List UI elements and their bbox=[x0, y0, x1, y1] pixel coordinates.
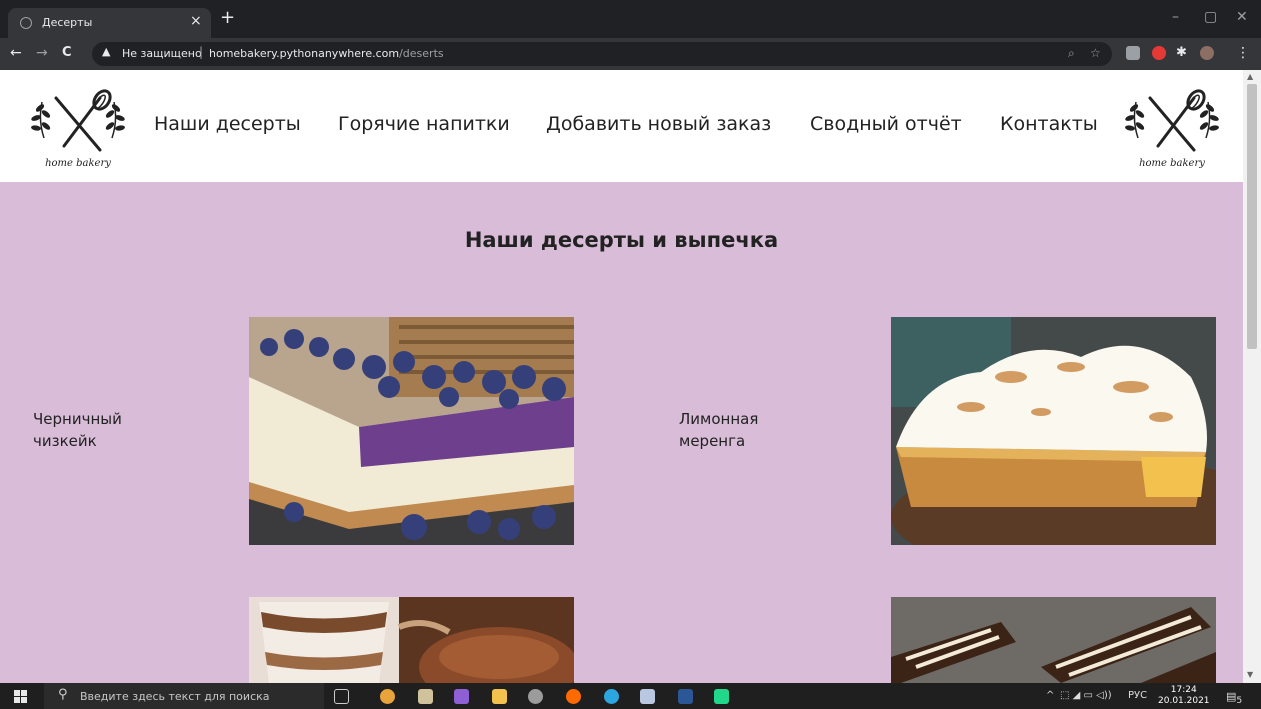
close-window-button[interactable]: ✕ bbox=[1236, 9, 1248, 25]
tab-strip: Десерты × + – ▢ ✕ bbox=[0, 0, 1261, 38]
paint-icon[interactable] bbox=[640, 689, 655, 704]
url-path: /deserts bbox=[399, 47, 444, 60]
puzzle-extensions-icon[interactable]: ✱ bbox=[1176, 45, 1187, 60]
search-icon: ⚲ bbox=[58, 687, 68, 702]
page-body: home bakery Наши десерты Горячие напитки… bbox=[0, 70, 1243, 683]
warning-icon[interactable]: ▲ bbox=[102, 45, 110, 58]
url-host: homebakery.pythonanywhere.com bbox=[209, 47, 400, 60]
page-title: Наши десерты и выпечка bbox=[464, 228, 779, 252]
eclairs-image[interactable] bbox=[891, 597, 1216, 683]
dessert-name-lemon-meringue: Лимонная меренга bbox=[679, 410, 759, 450]
bookmark-star-icon[interactable]: ☆ bbox=[1090, 46, 1101, 60]
logo-text: home bakery bbox=[45, 158, 111, 169]
windows-taskbar: ⚲ Введите здесь текст для поиска ^ ⬚ ◢ ▭… bbox=[0, 683, 1261, 709]
back-button[interactable]: ← bbox=[10, 45, 22, 61]
language-indicator[interactable]: РУС bbox=[1128, 690, 1147, 701]
nav-contacts[interactable]: Контакты bbox=[1000, 113, 1098, 135]
adblock-extension-icon[interactable] bbox=[1152, 46, 1166, 60]
rolling-pin-whisk-icon: home bakery bbox=[1125, 89, 1219, 169]
nav-new-order[interactable]: Добавить новый заказ bbox=[546, 113, 771, 135]
new-tab-button[interactable]: + bbox=[220, 7, 235, 28]
firefox-icon[interactable] bbox=[566, 689, 581, 704]
feather-app-icon[interactable] bbox=[528, 689, 543, 704]
taskbar-search-input[interactable]: ⚲ Введите здесь текст для поиска bbox=[44, 683, 324, 709]
address-bar-row: ← → C ▲ Не защищено | homebakery.pythona… bbox=[0, 38, 1261, 70]
rolling-pin-whisk-icon: home bakery bbox=[31, 89, 125, 169]
shield-extension-icon[interactable] bbox=[1126, 46, 1140, 60]
notification-center-icon[interactable]: ▤5 bbox=[1226, 690, 1242, 706]
film-studio-icon[interactable] bbox=[418, 689, 433, 704]
insecure-label[interactable]: Не защищено bbox=[122, 47, 202, 60]
search-placeholder: Введите здесь текст для поиска bbox=[80, 690, 270, 703]
tab-deserts[interactable]: Десерты × bbox=[8, 8, 211, 38]
tab-title: Десерты bbox=[42, 16, 93, 29]
chrome-icon[interactable] bbox=[380, 689, 395, 704]
site-header: home bakery Наши десерты Горячие напитки… bbox=[0, 70, 1243, 182]
scroll-thumb[interactable] bbox=[1247, 84, 1257, 349]
task-view-icon[interactable] bbox=[334, 689, 349, 704]
logo-right[interactable]: home bakery bbox=[1116, 80, 1228, 174]
scroll-down-arrow[interactable]: ▼ bbox=[1247, 670, 1253, 679]
clock-time: 17:24 bbox=[1170, 685, 1197, 695]
zoom-icon[interactable]: ⌕ bbox=[1068, 46, 1075, 61]
nav-summary-report[interactable]: Сводный отчёт bbox=[810, 113, 962, 135]
nav-desserts[interactable]: Наши десерты bbox=[154, 113, 301, 135]
nav-hot-drinks[interactable]: Горячие напитки bbox=[338, 113, 510, 135]
logo-left[interactable]: home bakery bbox=[22, 80, 134, 174]
telegram-icon[interactable] bbox=[604, 689, 619, 704]
url-separator: | bbox=[199, 45, 204, 59]
word-icon[interactable] bbox=[678, 689, 693, 704]
blueberry-cheesecake-image[interactable] bbox=[249, 317, 574, 545]
taskbar-clock[interactable]: 17:24 20.01.2021 bbox=[1158, 685, 1210, 707]
tab-close-icon[interactable]: × bbox=[190, 13, 202, 29]
url-text: homebakery.pythonanywhere.com/deserts bbox=[209, 47, 444, 60]
globe-icon bbox=[20, 17, 32, 29]
profile-avatar[interactable] bbox=[1200, 46, 1214, 60]
clock-date: 20.01.2021 bbox=[1158, 696, 1210, 706]
tray-icons[interactable]: ⬚ ◢ ▭ ◁)) bbox=[1060, 690, 1112, 701]
url-field[interactable]: ▲ Не защищено | homebakery.pythonanywher… bbox=[92, 42, 1112, 66]
scroll-up-arrow[interactable]: ▲ bbox=[1247, 72, 1253, 81]
forward-button[interactable]: → bbox=[36, 45, 48, 61]
reload-button[interactable]: C bbox=[62, 45, 72, 60]
logo-text: home bakery bbox=[1139, 158, 1205, 169]
page-scrollbar[interactable]: ▲ ▼ bbox=[1243, 70, 1261, 683]
notification-count: 5 bbox=[1236, 695, 1243, 707]
lemon-meringue-image[interactable] bbox=[891, 317, 1216, 545]
dessert-name-blueberry-cheesecake: Черничный чизкейк bbox=[33, 410, 122, 450]
minimize-button[interactable]: – bbox=[1172, 9, 1179, 25]
menu-dots-icon[interactable]: ⋮ bbox=[1236, 45, 1250, 61]
tiramisu-image[interactable] bbox=[249, 597, 574, 683]
windows-start-icon[interactable] bbox=[14, 690, 27, 703]
maximize-button[interactable]: ▢ bbox=[1204, 9, 1217, 25]
file-explorer-icon[interactable] bbox=[492, 689, 507, 704]
visual-studio-icon[interactable] bbox=[454, 689, 469, 704]
tray-chevron-icon[interactable]: ^ bbox=[1046, 690, 1054, 701]
pycharm-icon[interactable] bbox=[714, 689, 729, 704]
